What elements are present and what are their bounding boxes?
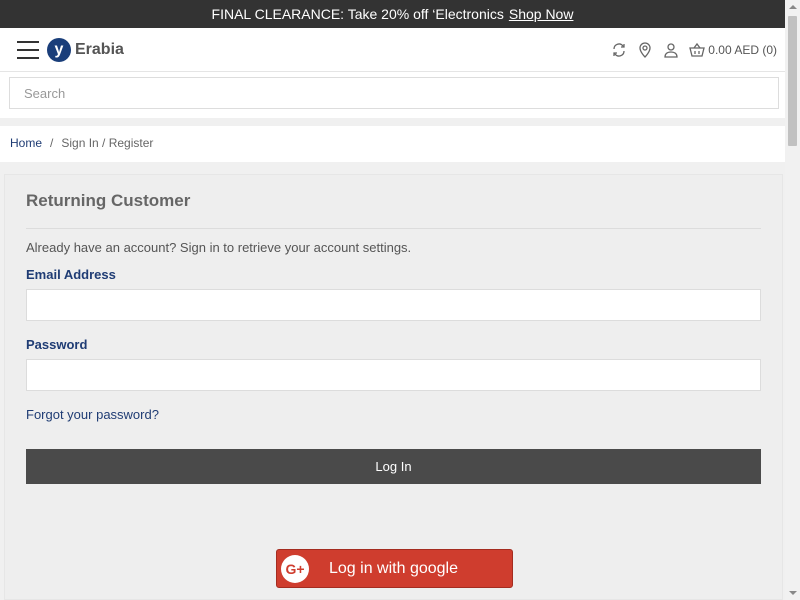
scrollbar-thumb[interactable]	[788, 16, 797, 146]
forgot-password-link[interactable]: Forgot your password?	[26, 407, 159, 422]
title-divider	[26, 228, 761, 229]
login-intro: Already have an account? Sign in to retr…	[26, 240, 412, 255]
email-field[interactable]	[26, 289, 761, 321]
breadcrumb-current: Sign In / Register	[61, 136, 154, 150]
search-bar	[0, 72, 785, 118]
email-label: Email Address	[26, 267, 116, 282]
cart-total: 0.00 AED (0)	[708, 42, 777, 57]
google-login-label: Log in with google	[329, 559, 458, 577]
google-plus-icon: G+	[281, 554, 309, 583]
divider-band	[0, 118, 785, 126]
breadcrumb-separator: /	[50, 136, 54, 150]
location-icon[interactable]	[637, 41, 653, 58]
header-actions: 0.00 AED (0)	[611, 41, 777, 58]
promo-bar: FINAL CLEARANCE: Take 20% off ‘Electroni…	[0, 0, 785, 28]
logo-text: Erabia	[75, 40, 124, 58]
scroll-down-arrow-icon[interactable]	[785, 586, 800, 600]
breadcrumb-home[interactable]: Home	[10, 136, 42, 150]
page-title: Returning Customer	[26, 191, 191, 210]
password-field[interactable]	[26, 359, 761, 391]
shop-now-link[interactable]: Shop Now	[509, 6, 574, 22]
basket-icon	[689, 42, 706, 58]
user-icon[interactable]	[663, 42, 679, 58]
password-label: Password	[26, 337, 88, 352]
logo-mark: y	[47, 37, 71, 62]
breadcrumb: Home / Sign In / Register	[10, 136, 153, 150]
menu-icon[interactable]	[17, 40, 39, 59]
cart-summary[interactable]: 0.00 AED (0)	[689, 42, 777, 58]
login-button[interactable]: Log In	[26, 449, 761, 484]
scrollbar[interactable]	[785, 0, 800, 600]
google-login-button[interactable]: G+ Log in with google	[276, 549, 513, 588]
scroll-up-arrow-icon[interactable]	[785, 0, 800, 14]
search-input[interactable]	[9, 77, 779, 109]
compare-icon[interactable]	[611, 42, 627, 58]
promo-text: FINAL CLEARANCE: Take 20% off ‘Electroni…	[211, 6, 504, 22]
site-header: y Erabia 0.00 AED (0)	[0, 28, 785, 72]
logo[interactable]: y Erabia	[47, 37, 124, 62]
